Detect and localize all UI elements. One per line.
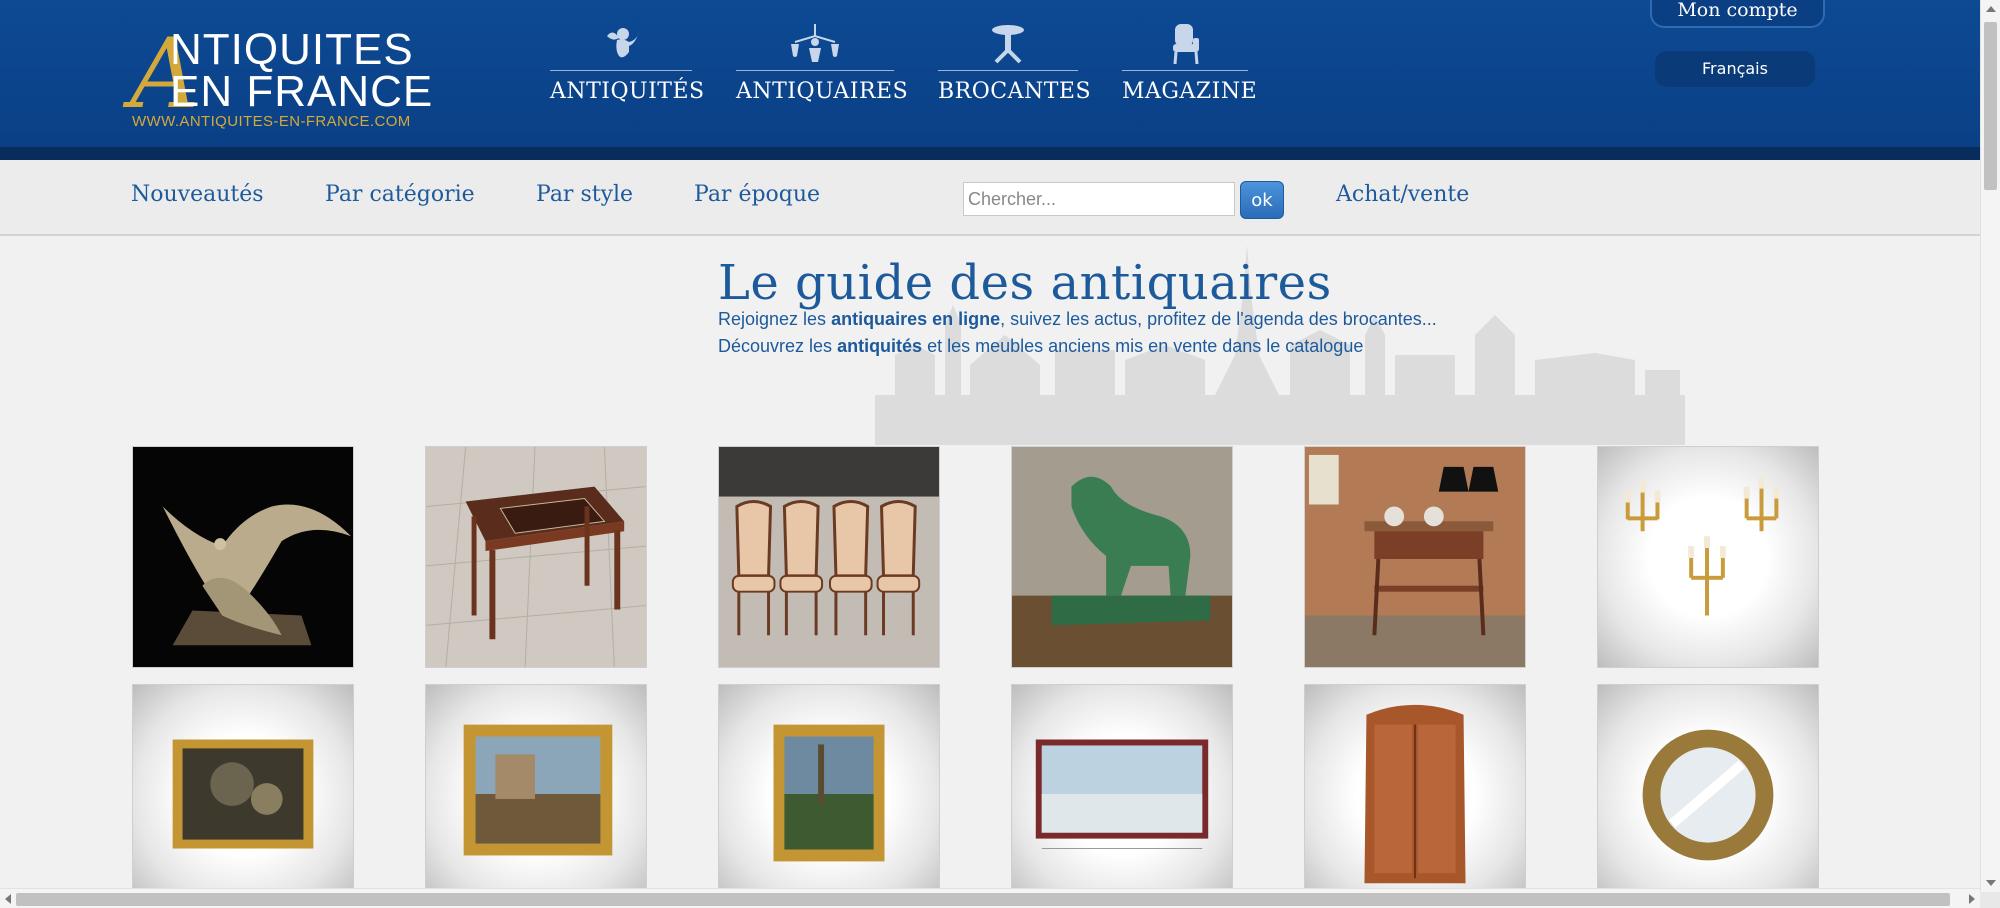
logo-url: WWW.ANTIQUITES-EN-FRANCE.COM <box>132 113 411 130</box>
catalog-item[interactable] <box>1011 684 1233 906</box>
pedestal-table-icon <box>992 25 1024 64</box>
hero-text: et les meubles anciens mis en vente dans… <box>922 336 1364 356</box>
armchair-icon <box>1173 24 1199 65</box>
horizontal-scrollbar[interactable] <box>0 888 1980 908</box>
antiquites-link[interactable]: antiquités <box>837 336 922 356</box>
hero-intro-line1: Rejoignez les antiquaires en ligne, suiv… <box>718 309 1437 330</box>
catalog-item[interactable] <box>1304 446 1526 668</box>
hero-intro-line2: Découvrez les antiquités et les meubles … <box>718 336 1363 357</box>
language-selector[interactable]: Français <box>1655 51 1815 87</box>
vertical-scrollbar-thumb[interactable] <box>1984 22 1997 190</box>
catalog-item[interactable] <box>1597 446 1819 668</box>
chandelier-icon <box>791 24 839 62</box>
marquetry-side-table-image <box>426 447 646 667</box>
catalog-item[interactable] <box>718 446 940 668</box>
hero-text: Rejoignez les <box>718 309 832 329</box>
scroll-left-arrow-icon[interactable] <box>5 894 11 904</box>
scrollbar-corner <box>1980 892 2000 908</box>
nav-antiquites[interactable]: ANTIQUITÉS <box>550 22 705 112</box>
nav-divider <box>1122 70 1248 71</box>
nav-divider <box>938 70 1078 71</box>
pheasant-bronze-sculpture-image <box>133 447 353 667</box>
porthole-mirror-image <box>1642 729 1774 861</box>
nav-antiquaires[interactable]: ANTIQUAIRES <box>736 22 909 112</box>
logo-text-line2: EN FRANCE <box>170 67 434 116</box>
antiquaires-link[interactable]: antiquaires en ligne <box>831 309 1000 329</box>
nav-label: BROCANTES <box>938 79 1092 104</box>
hero-text: , suivez les actus, profitez de l'agenda… <box>1000 309 1437 329</box>
nav-divider <box>550 70 692 71</box>
sub-nav: Nouveautés Par catégorie Par style Par é… <box>0 160 1980 236</box>
catalog-item[interactable] <box>132 446 354 668</box>
site-logo[interactable]: A NTIQUITES EN FRANCE WWW.ANTIQUITES-EN-… <box>130 26 450 131</box>
nav-magazine[interactable]: MAGAZINE <box>1122 22 1258 112</box>
search-input[interactable] <box>963 182 1235 216</box>
hero-text: Découvrez les <box>718 336 838 356</box>
catalog-item[interactable] <box>425 446 647 668</box>
nav-brocantes[interactable]: BROCANTES <box>938 22 1092 112</box>
framed-forest-painting-image <box>773 724 885 862</box>
subnav-nouveautes[interactable]: Nouveautés <box>131 182 264 207</box>
nav-label: ANTIQUAIRES <box>736 79 909 104</box>
catalog-item[interactable] <box>132 684 354 906</box>
nav-divider <box>736 70 894 71</box>
catalog-item[interactable] <box>425 684 647 906</box>
framed-seascape-painting-image <box>1035 739 1209 850</box>
framed-landscape-painting-image <box>463 724 613 856</box>
account-button[interactable]: Mon compte <box>1650 0 1825 28</box>
cherub-icon <box>607 28 639 58</box>
set-of-four-chairs-image <box>719 447 939 667</box>
subnav-par-style[interactable]: Par style <box>536 182 633 207</box>
subnav-achat-vente[interactable]: Achat/vente <box>1336 182 1469 207</box>
vertical-scrollbar[interactable] <box>1980 0 2000 892</box>
nav-label: ANTIQUITÉS <box>550 79 705 104</box>
catalog-item[interactable] <box>1304 684 1526 906</box>
walnut-armoire-image <box>1364 704 1466 884</box>
green-dog-sculpture-image <box>1012 447 1232 667</box>
site-header: A NTIQUITES EN FRANCE WWW.ANTIQUITES-EN-… <box>0 0 1980 160</box>
catalog-item[interactable] <box>1011 446 1233 668</box>
search-button[interactable]: ok <box>1240 181 1284 219</box>
scroll-down-arrow-icon[interactable] <box>1986 880 1996 886</box>
horizontal-scrollbar-thumb[interactable] <box>16 893 1950 906</box>
marble-console-with-lamps-image <box>1305 447 1525 667</box>
nav-label: MAGAZINE <box>1122 79 1258 104</box>
header-stripe <box>0 147 1980 160</box>
subnav-par-categorie[interactable]: Par catégorie <box>325 182 475 207</box>
framed-painting-dark-image <box>172 739 314 849</box>
catalog-item[interactable] <box>718 684 940 906</box>
scroll-right-arrow-icon[interactable] <box>1969 894 1975 904</box>
gilt-wall-sconces-image <box>1624 476 1780 616</box>
catalog-item[interactable] <box>1597 684 1819 906</box>
scroll-up-arrow-icon[interactable] <box>1986 6 1996 12</box>
subnav-par-epoque[interactable]: Par époque <box>694 182 820 207</box>
page-title: Le guide des antiquaires <box>718 255 1332 311</box>
